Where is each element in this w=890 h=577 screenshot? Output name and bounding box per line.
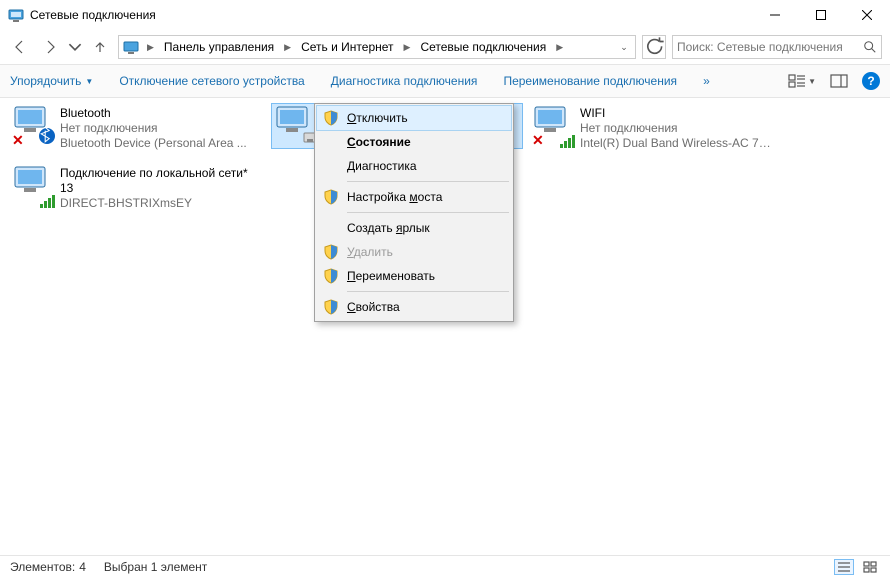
network-adapter-icon: ✕ (12, 106, 54, 146)
menu-item-label: Настройка моста (347, 190, 442, 204)
menu-separator (347, 181, 509, 182)
close-button[interactable] (844, 0, 890, 30)
status-count-label: Элементов: (10, 560, 75, 574)
connection-status: DIRECT-BHSTRIXmsEY (60, 196, 255, 211)
menu-item[interactable]: Переименовать (317, 264, 511, 288)
menu-separator (347, 212, 509, 213)
search-icon (863, 40, 877, 54)
rename-button[interactable]: Переименование подключения (503, 74, 677, 88)
menu-item[interactable]: Состояние (317, 130, 511, 154)
connection-item[interactable]: ✕ WIFI Нет подключения Intel(R) Dual Ban… (530, 104, 780, 153)
title-bar: Сетевые подключения (0, 0, 890, 30)
chevron-down-icon: ▼ (85, 77, 93, 86)
menu-item-label: Удалить (347, 245, 393, 259)
wifi-signal-icon (40, 194, 56, 208)
menu-separator (347, 291, 509, 292)
menu-item[interactable]: Создать ярлык (317, 216, 511, 240)
command-bar: Упорядочить▼ Отключение сетевого устройс… (0, 64, 890, 98)
connection-device: Bluetooth Device (Personal Area ... (60, 136, 247, 151)
chevron-right-icon[interactable]: ▶ (552, 42, 567, 53)
organize-button[interactable]: Упорядочить▼ (10, 74, 93, 88)
minimize-button[interactable] (752, 0, 798, 30)
shield-icon (323, 244, 339, 260)
forward-button[interactable] (38, 35, 62, 59)
connection-name: Bluetooth (60, 106, 247, 121)
view-options-button[interactable]: ▼ (788, 74, 816, 88)
status-selection: Выбран 1 элемент (104, 560, 207, 574)
address-bar[interactable]: ▶ Панель управления ▶ Сеть и Интернет ▶ … (118, 35, 636, 59)
connection-status: Нет подключения (580, 121, 775, 136)
details-view-button[interactable] (834, 559, 854, 575)
connection-status: Нет подключения (60, 121, 247, 136)
chevron-right-icon[interactable]: ▶ (143, 42, 158, 53)
menu-item-label: Свойства (347, 300, 400, 314)
chevron-right-icon[interactable]: ▶ (280, 42, 295, 53)
app-icon (8, 7, 24, 23)
connection-device: Intel(R) Dual Band Wireless-AC 72... (580, 136, 775, 151)
connection-item[interactable]: Подключение по локальной сети* 13 DIRECT… (10, 164, 260, 213)
status-count-value: 4 (79, 560, 86, 574)
network-adapter-icon (274, 106, 316, 146)
bluetooth-icon (38, 127, 56, 148)
shield-icon (323, 299, 339, 315)
back-button[interactable] (8, 35, 32, 59)
menu-item[interactable]: Свойства (317, 295, 511, 319)
disconnected-icon: ✕ (532, 134, 544, 146)
overflow-button[interactable]: » (703, 74, 710, 88)
refresh-button[interactable] (642, 35, 666, 59)
window-title: Сетевые подключения (30, 8, 156, 22)
connection-item[interactable]: ✕ Bluetooth Нет подключения Bluetooth De… (10, 104, 260, 153)
help-button[interactable]: ? (862, 72, 880, 90)
shield-icon (323, 110, 339, 126)
breadcrumb-item[interactable]: Сетевые подключения (416, 40, 550, 54)
menu-item-label: Создать ярлык (347, 221, 430, 235)
search-input[interactable]: Поиск: Сетевые подключения (672, 35, 882, 59)
connection-name: Подключение по локальной сети* 13 (60, 166, 255, 196)
recent-locations-button[interactable] (68, 35, 82, 59)
menu-item[interactable]: Диагностика (317, 154, 511, 178)
disable-device-button[interactable]: Отключение сетевого устройства (119, 74, 304, 88)
chevron-right-icon[interactable]: ▶ (400, 42, 415, 53)
chevron-down-icon: ▼ (808, 77, 816, 86)
wifi-signal-icon (560, 134, 576, 148)
menu-item[interactable]: Настройка моста (317, 185, 511, 209)
address-dropdown-icon[interactable]: ⌄ (615, 42, 633, 53)
menu-item-label: Диагностика (347, 159, 417, 173)
connection-name: WIFI (580, 106, 775, 121)
status-bar: Элементов: 4 Выбран 1 элемент (0, 555, 890, 577)
menu-item-label: Переименовать (347, 269, 435, 283)
preview-pane-button[interactable] (830, 74, 848, 88)
breadcrumb-item[interactable]: Панель управления (160, 40, 278, 54)
diagnose-button[interactable]: Диагностика подключения (331, 74, 478, 88)
up-button[interactable] (88, 35, 112, 59)
navigation-row: ▶ Панель управления ▶ Сеть и Интернет ▶ … (0, 30, 890, 64)
context-menu: Отключить Состояние Диагностика Настройка м… (314, 103, 514, 322)
maximize-button[interactable] (798, 0, 844, 30)
menu-item[interactable]: Отключить (317, 106, 511, 130)
network-adapter-icon: ✕ (532, 106, 574, 146)
shield-icon (323, 189, 339, 205)
large-icons-view-button[interactable] (860, 559, 880, 575)
search-placeholder: Поиск: Сетевые подключения (677, 40, 863, 54)
shield-icon (323, 268, 339, 284)
location-icon (123, 39, 139, 55)
menu-item-label: Отключить (347, 111, 408, 125)
menu-item: Удалить (317, 240, 511, 264)
disconnected-icon: ✕ (12, 134, 24, 146)
menu-item-label: Состояние (347, 135, 411, 149)
breadcrumb-item[interactable]: Сеть и Интернет (297, 40, 397, 54)
network-adapter-icon (12, 166, 54, 206)
